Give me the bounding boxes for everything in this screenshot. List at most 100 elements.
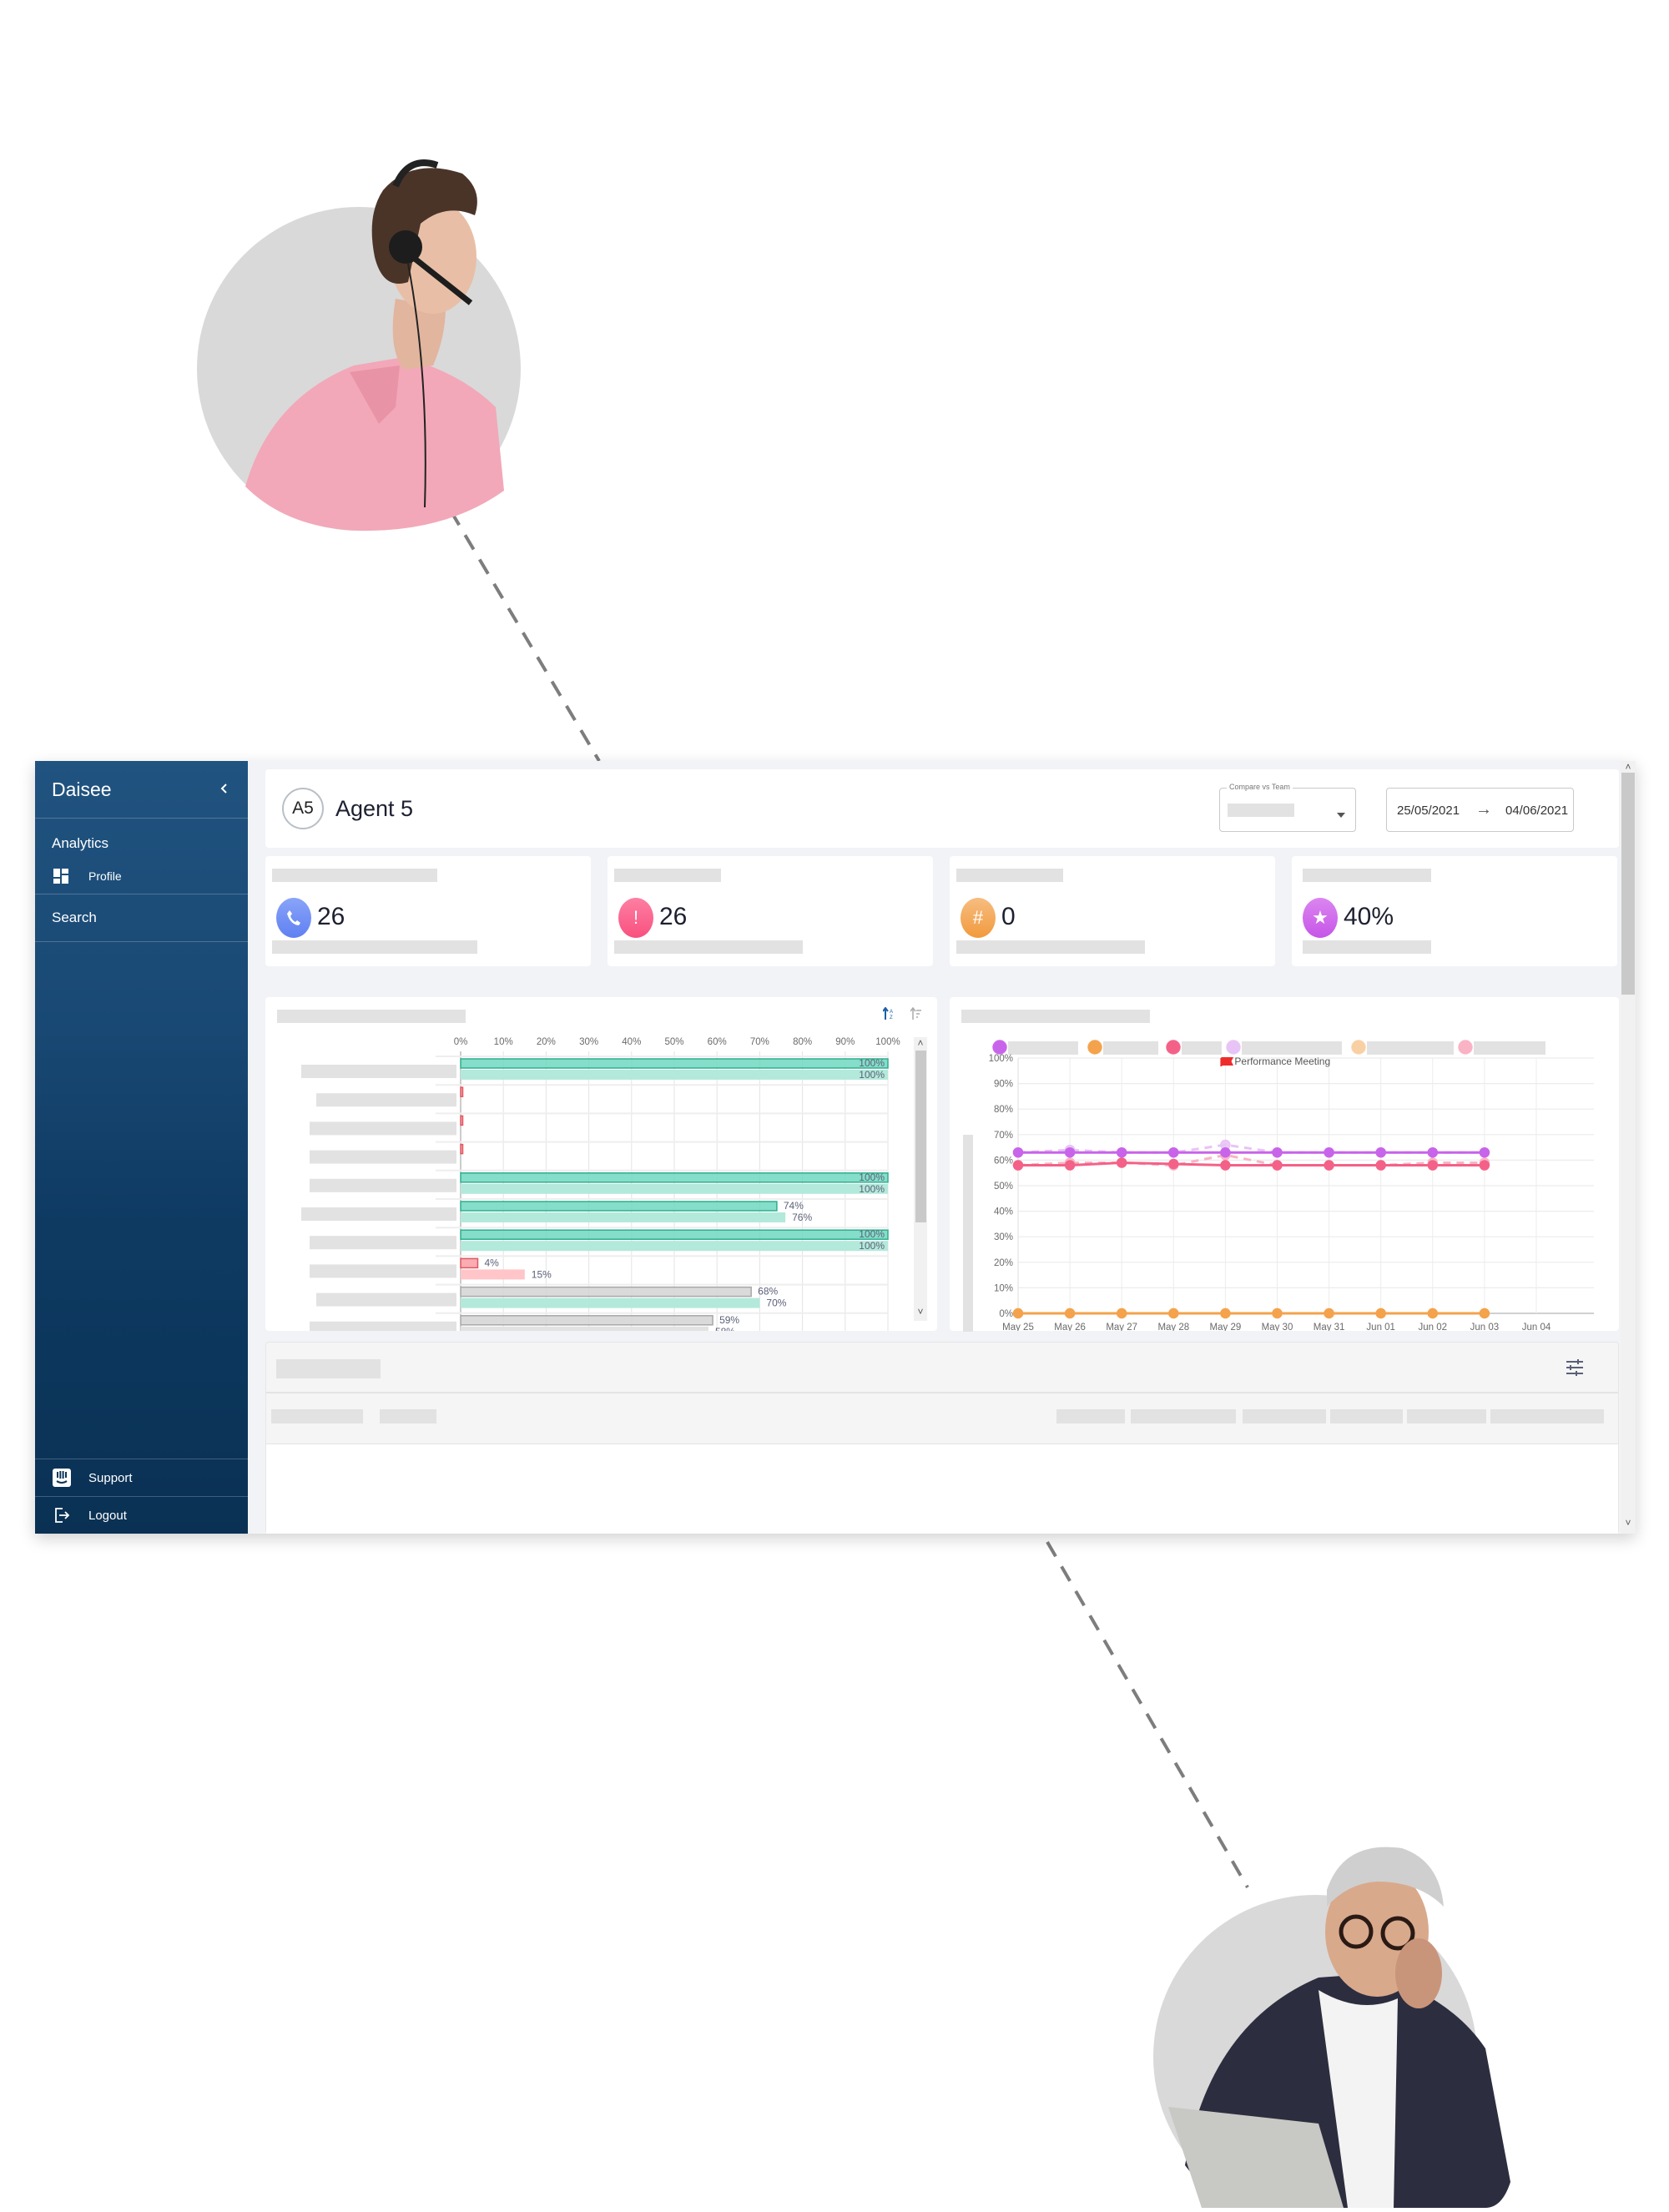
category-label-placeholder bbox=[310, 1150, 456, 1164]
category-label-placeholder bbox=[310, 1264, 456, 1278]
agent-bar-label: 74% bbox=[784, 1200, 804, 1212]
category-label-placeholder bbox=[310, 1178, 456, 1192]
bar-chart-scroll-thumb[interactable] bbox=[915, 1051, 926, 1222]
filter-sliders-icon[interactable] bbox=[1565, 1358, 1585, 1382]
team-bar-label: 58% bbox=[715, 1326, 735, 1331]
scroll-up-icon[interactable]: ˄ bbox=[914, 1037, 927, 1049]
page-scrollbar[interactable]: ˄ ˅ bbox=[1621, 761, 1636, 1534]
svg-text:Z: Z bbox=[890, 1015, 893, 1020]
agent-avatar: A5 bbox=[282, 788, 324, 829]
data-point bbox=[1220, 1308, 1231, 1319]
y-tick-label: 50% bbox=[994, 1182, 1013, 1192]
bar-chart-scrollbar[interactable]: ˄ ˅ bbox=[914, 1037, 927, 1321]
agent-bar bbox=[460, 1257, 479, 1269]
chevron-left-icon[interactable] bbox=[219, 780, 229, 799]
legend-marker bbox=[1087, 1040, 1102, 1055]
chart-title-placeholder bbox=[277, 1010, 466, 1023]
star-icon: ★ bbox=[1303, 898, 1338, 938]
x-tick-label: May 29 bbox=[1210, 1323, 1242, 1331]
column-header-placeholder[interactable] bbox=[1243, 1409, 1326, 1423]
data-point bbox=[1116, 1157, 1127, 1168]
x-tick-label: 80% bbox=[793, 1037, 812, 1047]
scroll-up-icon[interactable]: ˄ bbox=[1621, 761, 1635, 773]
date-range-picker[interactable]: 25/05/2021 → 04/06/2021 bbox=[1386, 788, 1574, 832]
y-tick-label: 30% bbox=[994, 1232, 1013, 1242]
y-tick-label: 100% bbox=[989, 1054, 1013, 1064]
x-tick-label: 0% bbox=[454, 1037, 468, 1047]
agent-bar-label: 100% bbox=[859, 1172, 885, 1183]
scroll-down-icon[interactable]: ˅ bbox=[914, 1306, 927, 1318]
bar-chart-card: AZ 0% 10% 20% 30% 40% 50% 60% 70% 80% 90% 100% 100%… bbox=[265, 997, 937, 1331]
agent-bar-label: 100% bbox=[859, 1057, 885, 1069]
flag-icon bbox=[1220, 1057, 1234, 1066]
scroll-down-icon[interactable]: ˅ bbox=[1621, 1517, 1635, 1529]
compare-vs-team-label: Compare vs Team bbox=[1227, 783, 1293, 791]
data-point bbox=[1012, 1146, 1024, 1158]
date-from[interactable]: 25/05/2021 bbox=[1397, 804, 1460, 818]
sidebar: Daisee Analytics Profile Search Support bbox=[35, 761, 248, 1534]
column-header-placeholder[interactable] bbox=[380, 1409, 436, 1423]
sidebar-footer: Support Logout bbox=[35, 1459, 248, 1534]
kpi-card-alerts: ! 26 bbox=[608, 856, 933, 966]
y-tick-label: 90% bbox=[994, 1080, 1013, 1090]
line-chart: 0% 10% 20% 30% 40% 50% 60% 70% 80% 90% 100% May 25 M… bbox=[989, 1040, 1594, 1331]
column-header-placeholder[interactable] bbox=[1407, 1409, 1486, 1423]
column-header-placeholder[interactable] bbox=[1131, 1409, 1236, 1423]
category-label-placeholder bbox=[301, 1207, 456, 1221]
kpi-title-placeholder bbox=[956, 869, 1063, 882]
sidebar-item-search[interactable]: Search bbox=[35, 894, 248, 942]
x-tick-label: 50% bbox=[664, 1037, 683, 1047]
line-chart-card: 0% 10% 20% 30% 40% 50% 60% 70% 80% 90% 100% May 25 M… bbox=[950, 997, 1619, 1332]
select-value-placeholder bbox=[1228, 804, 1294, 817]
data-point bbox=[1324, 1146, 1334, 1158]
sort-value-icon[interactable] bbox=[910, 1006, 922, 1025]
column-header-placeholder[interactable] bbox=[1330, 1409, 1403, 1423]
team-bar bbox=[461, 1269, 525, 1280]
app-window: Daisee Analytics Profile Search Support bbox=[35, 761, 1636, 1534]
data-point bbox=[1427, 1308, 1439, 1319]
team-bar-label: 76% bbox=[792, 1212, 812, 1223]
column-header-placeholder[interactable] bbox=[1490, 1409, 1604, 1423]
sidebar-item-profile[interactable]: Profile bbox=[35, 860, 248, 894]
agent-name: Agent 5 bbox=[335, 796, 414, 821]
x-tick-label: Jun 03 bbox=[1470, 1323, 1500, 1331]
kpi-subtitle-placeholder bbox=[614, 940, 803, 954]
agent-bar-label: 4% bbox=[484, 1257, 499, 1268]
kpi-card-score: ★ 40% bbox=[1292, 856, 1617, 966]
x-tick-label: 40% bbox=[622, 1037, 641, 1047]
kpi-card-calls: 26 bbox=[265, 856, 591, 966]
y-tick-label: 10% bbox=[994, 1283, 1013, 1293]
sidebar-item-logout[interactable]: Logout bbox=[35, 1496, 248, 1534]
x-tick-label: May 26 bbox=[1054, 1323, 1086, 1331]
category-label-placeholder bbox=[310, 1236, 456, 1250]
data-point bbox=[1168, 1308, 1179, 1319]
column-header-placeholder[interactable] bbox=[1056, 1409, 1125, 1423]
table-title-placeholder bbox=[276, 1359, 381, 1378]
agent-bar bbox=[460, 1201, 778, 1212]
manager-photo bbox=[1152, 1832, 1552, 2212]
legend-label-placeholder bbox=[1182, 1041, 1222, 1055]
x-tick-label: May 30 bbox=[1262, 1323, 1293, 1331]
kpi-subtitle-placeholder bbox=[956, 940, 1145, 954]
caret-down-icon bbox=[1337, 807, 1345, 822]
brand-logo-text: Daisee bbox=[52, 778, 112, 800]
x-tick-label: 70% bbox=[750, 1037, 769, 1047]
x-tick-label: 10% bbox=[494, 1037, 513, 1047]
agent-bar bbox=[460, 1315, 713, 1326]
agent-bar bbox=[460, 1115, 464, 1126]
team-bar-label: 100% bbox=[859, 1183, 885, 1195]
data-point bbox=[1479, 1308, 1490, 1319]
compare-vs-team-select[interactable]: Compare vs Team bbox=[1219, 783, 1356, 832]
sidebar-item-support[interactable]: Support bbox=[35, 1459, 248, 1496]
date-to[interactable]: 04/06/2021 bbox=[1505, 804, 1568, 818]
team-bar bbox=[461, 1070, 888, 1080]
sidebar-section-analytics[interactable]: Analytics bbox=[35, 819, 248, 860]
sort-alpha-icon[interactable]: AZ bbox=[882, 1006, 895, 1025]
x-tick-label: 90% bbox=[835, 1037, 855, 1047]
page-scroll-thumb[interactable] bbox=[1621, 773, 1635, 995]
agent-bar bbox=[460, 1172, 889, 1183]
data-point bbox=[1272, 1160, 1283, 1171]
team-bar bbox=[461, 1183, 888, 1194]
team-bar bbox=[461, 1212, 786, 1222]
column-header-placeholder[interactable] bbox=[271, 1409, 363, 1423]
